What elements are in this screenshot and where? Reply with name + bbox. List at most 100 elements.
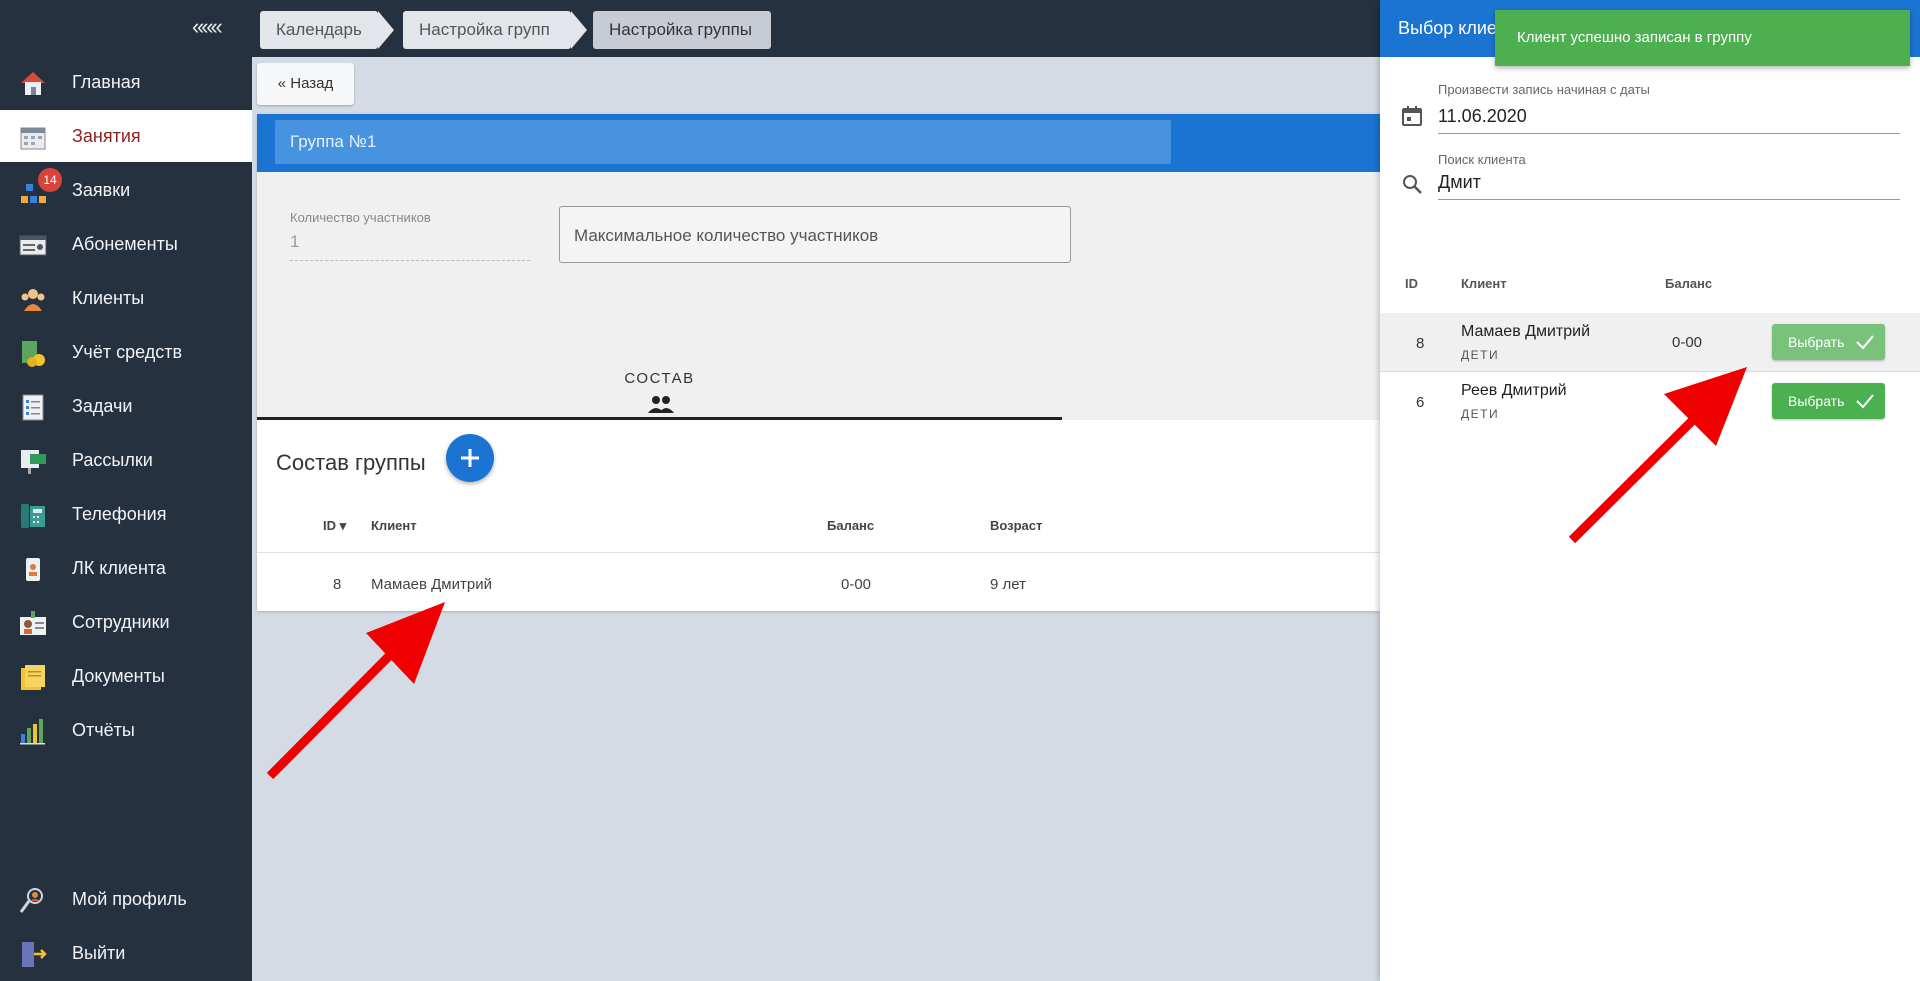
calendar-icon — [20, 127, 46, 150]
client-name: Реев Дмитрий — [1461, 382, 1567, 399]
sidebar-item-lessons[interactable]: Занятия — [0, 110, 252, 162]
start-date-input[interactable]: 11.06.2020 — [1438, 106, 1900, 134]
sidebar-item-finance[interactable]: Учёт средств — [0, 326, 252, 378]
breadcrumb-separator — [571, 11, 587, 49]
sidebar-item-label: Задачи — [72, 395, 133, 416]
money-icon — [22, 341, 45, 367]
sidebar-item-reports[interactable]: Отчёты — [0, 704, 252, 756]
composition-section: Состав группы ID ▾ Клиент Баланс Возраст… — [257, 420, 1380, 611]
sidebar-item-label: Документы — [72, 665, 165, 686]
list-item[interactable]: 6 Реев Дмитрий ДЕТИ Выбрать — [1380, 372, 1920, 430]
participants-count-label: Количество участников — [290, 210, 431, 225]
panel-column-balance: Баланс — [1665, 276, 1713, 291]
group-icon — [648, 396, 674, 413]
search-icon — [1403, 175, 1422, 194]
row-age: 9 лет — [990, 576, 1026, 593]
panel-title: Выбор клиен — [1398, 18, 1507, 38]
client-balance: 0-00 — [1672, 334, 1703, 351]
client-account-icon — [26, 558, 40, 581]
calendar-icon — [1402, 106, 1422, 126]
check-icon — [1856, 394, 1874, 409]
column-header-id[interactable]: ID ▾ — [323, 518, 346, 534]
red-arrow-icon — [266, 602, 445, 780]
tab-composition-label: СОСТАВ — [624, 370, 695, 387]
choose-button[interactable]: Выбрать — [1772, 383, 1885, 419]
sidebar-item-telephony[interactable]: Телефония — [0, 488, 252, 540]
breadcrumb-group-settings[interactable]: Настройка групп — [403, 11, 571, 49]
choose-button-label: Выбрать — [1788, 334, 1845, 350]
plus-icon — [461, 449, 479, 467]
sidebar-item-profile[interactable]: Мой профиль — [0, 873, 252, 925]
sidebar-item-label: Сотрудники — [72, 611, 170, 632]
clients-icon — [21, 289, 45, 311]
documents-icon — [21, 665, 45, 690]
sidebar-item-clients[interactable]: Клиенты — [0, 272, 252, 324]
requests-badge: 14 — [38, 168, 62, 192]
participants-count-value: 1 — [290, 232, 530, 261]
check-icon — [1856, 335, 1874, 350]
column-header-balance[interactable]: Баланс — [827, 518, 874, 533]
sidebar-item-label: ЛК клиента — [72, 557, 166, 578]
start-date-label: Произвести запись начиная с даты — [1438, 82, 1650, 97]
sidebar-item-tasks[interactable]: Задачи — [0, 380, 252, 432]
row-client: Мамаев Дмитрий — [371, 576, 492, 593]
collapse-sidebar-button[interactable]: ««« — [192, 14, 223, 40]
staff-icon — [20, 611, 46, 635]
sidebar-item-label: Клиенты — [72, 287, 145, 308]
column-header-id-label: ID — [323, 518, 336, 533]
row-balance: 0-00 — [841, 576, 872, 593]
client-select-panel: Выбор клиен Произвести запись начиная с … — [1380, 0, 1920, 981]
panel-column-client: Клиент — [1461, 276, 1507, 291]
breadcrumb-current: Настройка группы — [593, 11, 771, 49]
back-button[interactable]: « Назад — [257, 63, 354, 105]
sidebar-item-label: Рассылки — [72, 449, 153, 470]
tab-composition[interactable]: СОСТАВ — [257, 334, 1062, 420]
max-participants-input[interactable]: Максимальное количество участников — [559, 206, 1071, 263]
sidebar-item-mailing[interactable]: Рассылки — [0, 434, 252, 486]
choose-button[interactable]: Выбрать — [1772, 324, 1885, 360]
sidebar-item-label: Учёт средств — [72, 341, 183, 362]
list-item[interactable]: 8 Мамаев Дмитрий ДЕТИ 0-00 Выбрать — [1380, 313, 1920, 371]
client-id: 8 — [1416, 335, 1425, 352]
sidebar: ««« Главная Занятия 14 Заявки Абонементы… — [0, 0, 252, 981]
group-card: Группа №1 Количество участников 1 Максим… — [257, 114, 1380, 611]
sidebar-item-logout[interactable]: Выйти — [0, 927, 252, 979]
client-search-label: Поиск клиента — [1438, 152, 1526, 167]
home-icon — [21, 72, 45, 95]
sidebar-item-label: Выйти — [72, 942, 126, 963]
sidebar-item-label: Отчёты — [72, 719, 135, 740]
success-toast: Клиент успешно записан в группу — [1495, 10, 1910, 66]
group-name-input[interactable]: Группа №1 — [275, 120, 1171, 164]
sidebar-item-label: Телефония — [72, 503, 167, 524]
choose-button-label: Выбрать — [1788, 393, 1845, 409]
panel-column-id: ID — [1405, 276, 1418, 291]
subscription-icon — [19, 235, 47, 256]
sidebar-item-label: Главная — [72, 71, 141, 92]
sidebar-item-client-account[interactable]: ЛК клиента — [0, 542, 252, 594]
client-name: Мамаев Дмитрий — [1461, 323, 1591, 340]
mailing-icon — [21, 450, 46, 474]
breadcrumb-separator — [378, 11, 394, 49]
column-header-client[interactable]: Клиент — [371, 518, 417, 533]
sidebar-item-label: Мой профиль — [72, 888, 187, 909]
sidebar-item-home[interactable]: Главная — [0, 56, 252, 108]
client-category: ДЕТИ — [1461, 348, 1500, 362]
divider — [257, 552, 1380, 553]
client-category: ДЕТИ — [1461, 407, 1500, 421]
add-member-button[interactable] — [446, 434, 494, 482]
client-search-input[interactable]: Дмит — [1438, 172, 1900, 200]
sidebar-item-label: Абонементы — [72, 233, 178, 254]
sidebar-item-documents[interactable]: Документы — [0, 650, 252, 702]
reports-icon — [20, 719, 45, 745]
composition-title: Состав группы — [276, 450, 426, 475]
client-id: 6 — [1416, 394, 1425, 411]
breadcrumb-calendar[interactable]: Календарь — [260, 11, 378, 49]
sidebar-item-label: Занятия — [72, 125, 141, 146]
profile-icon — [19, 888, 43, 913]
row-id: 8 — [333, 576, 342, 593]
sidebar-item-staff[interactable]: Сотрудники — [0, 596, 252, 648]
column-header-age[interactable]: Возраст — [990, 518, 1042, 533]
logout-icon — [22, 942, 47, 967]
sidebar-item-subscriptions[interactable]: Абонементы — [0, 218, 252, 270]
sidebar-item-requests[interactable]: 14 Заявки — [0, 164, 252, 216]
